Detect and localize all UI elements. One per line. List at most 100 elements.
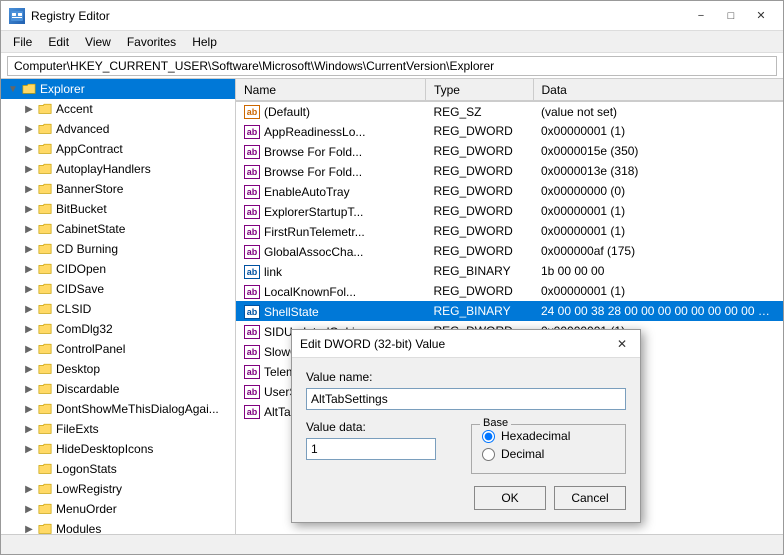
menu-favorites[interactable]: Favorites <box>119 33 184 51</box>
tree-item-cidsave[interactable]: ▶ CIDSave <box>1 279 235 299</box>
tree-item-accent[interactable]: ▶ Accent <box>1 99 235 119</box>
tree-item-explorer[interactable]: ▼ Explorer <box>1 79 235 99</box>
table-row[interactable]: ab(Default)REG_SZ(value not set) <box>236 101 783 121</box>
tree-item-cidopen[interactable]: ▶ CIDOpen <box>1 259 235 279</box>
tree-item-lowregistry[interactable]: ▶ LowRegistry <box>1 479 235 499</box>
expander-dontshow[interactable]: ▶ <box>21 399 37 419</box>
tree-item-bitbucket[interactable]: ▶ BitBucket <box>1 199 235 219</box>
folder-icon-explorer <box>21 81 37 97</box>
expander-discardable[interactable]: ▶ <box>21 379 37 399</box>
close-button[interactable]: ✕ <box>747 6 775 26</box>
cell-type: REG_DWORD <box>425 181 533 201</box>
expander-fileexts[interactable]: ▶ <box>21 419 37 439</box>
expander-explorer[interactable]: ▼ <box>5 79 21 99</box>
cell-data: 1b 00 00 00 <box>533 261 783 281</box>
folder-icon-clsid <box>37 301 53 317</box>
menu-edit[interactable]: Edit <box>40 33 77 51</box>
expander-cabinetstate[interactable]: ▶ <box>21 219 37 239</box>
expander-desktop[interactable]: ▶ <box>21 359 37 379</box>
expander-cidsave[interactable]: ▶ <box>21 279 37 299</box>
tree-item-desktop[interactable]: ▶ Desktop <box>1 359 235 379</box>
expander-appcontract[interactable]: ▶ <box>21 139 37 159</box>
folder-icon-menuorder <box>37 501 53 517</box>
tree-item-hidedesktop[interactable]: ▶ HideDesktopIcons <box>1 439 235 459</box>
hexadecimal-radio[interactable] <box>482 430 495 443</box>
tree-label-cabinetstate: CabinetState <box>56 222 125 236</box>
base-legend: Base <box>480 417 511 429</box>
cancel-button[interactable]: Cancel <box>554 486 626 510</box>
folder-icon-cidopen <box>37 261 53 277</box>
expander-autoplay[interactable]: ▶ <box>21 159 37 179</box>
expander-advanced[interactable]: ▶ <box>21 119 37 139</box>
tree-item-controlpanel[interactable]: ▶ ControlPanel <box>1 339 235 359</box>
tree-item-cabinetstate[interactable]: ▶ CabinetState <box>1 219 235 239</box>
expander-accent[interactable]: ▶ <box>21 99 37 119</box>
folder-icon-discardable <box>37 381 53 397</box>
modal-close-button[interactable]: ✕ <box>612 335 632 353</box>
expander-controlpanel[interactable]: ▶ <box>21 339 37 359</box>
expander-bannerstore[interactable]: ▶ <box>21 179 37 199</box>
tree-label-hidedesktop: HideDesktopIcons <box>56 442 153 456</box>
table-row[interactable]: abEnableAutoTrayREG_DWORD0x00000000 (0) <box>236 181 783 201</box>
expander-comdlg32[interactable]: ▶ <box>21 319 37 339</box>
table-row[interactable]: abFirstRunTelemetr...REG_DWORD0x00000001… <box>236 221 783 241</box>
address-input[interactable] <box>7 56 777 76</box>
maximize-button[interactable]: □ <box>717 6 745 26</box>
modal-buttons: OK Cancel <box>306 486 626 510</box>
col-header-type[interactable]: Type <box>425 79 533 101</box>
table-row[interactable]: abAppReadinessLo...REG_DWORD0x00000001 (… <box>236 121 783 141</box>
tree-item-cdburning[interactable]: ▶ CD Burning <box>1 239 235 259</box>
ok-button[interactable]: OK <box>474 486 546 510</box>
folder-icon-accent <box>37 101 53 117</box>
expander-cdburning[interactable]: ▶ <box>21 239 37 259</box>
tree-item-comdlg32[interactable]: ▶ ComDlg32 <box>1 319 235 339</box>
table-row[interactable]: abBrowse For Fold...REG_DWORD0x0000015e … <box>236 141 783 161</box>
expander-bitbucket[interactable]: ▶ <box>21 199 37 219</box>
table-row[interactable]: ablinkREG_BINARY1b 00 00 00 <box>236 261 783 281</box>
table-row[interactable]: abExplorerStartupT...REG_DWORD0x00000001… <box>236 201 783 221</box>
tree-item-bannerstore[interactable]: ▶ BannerStore <box>1 179 235 199</box>
col-header-data[interactable]: Data <box>533 79 783 101</box>
tree-label-dontshow: DontShowMeThisDialogAgai... <box>56 402 219 416</box>
cell-data: 0x00000000 (0) <box>533 181 783 201</box>
tree-item-menuorder[interactable]: ▶ MenuOrder <box>1 499 235 519</box>
tree-item-advanced[interactable]: ▶ Advanced <box>1 119 235 139</box>
cell-type: REG_SZ <box>425 101 533 121</box>
tree-item-fileexts[interactable]: ▶ FileExts <box>1 419 235 439</box>
tree-item-clsid[interactable]: ▶ CLSID <box>1 299 235 319</box>
expander-clsid[interactable]: ▶ <box>21 299 37 319</box>
registry-editor-window: Registry Editor − □ ✕ File Edit View Fav… <box>0 0 784 555</box>
tree-item-dontshowdialog[interactable]: ▶ DontShowMeThisDialogAgai... <box>1 399 235 419</box>
cell-name: abEnableAutoTray <box>236 181 425 201</box>
menu-help[interactable]: Help <box>184 33 225 51</box>
minimize-button[interactable]: − <box>687 6 715 26</box>
tree-item-logonstats[interactable]: LogonStats <box>1 459 235 479</box>
table-row[interactable]: abShellStateREG_BINARY24 00 00 38 28 00 … <box>236 301 783 321</box>
decimal-radio[interactable] <box>482 448 495 461</box>
expander-cidopen[interactable]: ▶ <box>21 259 37 279</box>
expander-menuorder[interactable]: ▶ <box>21 499 37 519</box>
table-row[interactable]: abGlobalAssocCha...REG_DWORD0x000000af (… <box>236 241 783 261</box>
tree-item-modules[interactable]: ▶ Modules <box>1 519 235 534</box>
tree-item-autoplayhandlers[interactable]: ▶ AutoplayHandlers <box>1 159 235 179</box>
expander-logonstats[interactable] <box>21 459 37 479</box>
table-header-row: Name Type Data <box>236 79 783 101</box>
menu-view[interactable]: View <box>77 33 119 51</box>
value-data-input[interactable] <box>306 438 436 460</box>
tree-label-appcontract: AppContract <box>56 142 123 156</box>
tree-label-comdlg32: ComDlg32 <box>56 322 113 336</box>
tree-item-appcontract[interactable]: ▶ AppContract <box>1 139 235 159</box>
cell-name: ablink <box>236 261 425 281</box>
table-row[interactable]: abBrowse For Fold...REG_DWORD0x0000013e … <box>236 161 783 181</box>
expander-lowreg[interactable]: ▶ <box>21 479 37 499</box>
value-name-input[interactable] <box>306 388 626 410</box>
table-row[interactable]: abLocalKnownFol...REG_DWORD0x00000001 (1… <box>236 281 783 301</box>
menu-file[interactable]: File <box>5 33 40 51</box>
expander-modules[interactable]: ▶ <box>21 519 37 534</box>
col-header-name[interactable]: Name <box>236 79 425 101</box>
cell-name: abFirstRunTelemetr... <box>236 221 425 241</box>
expander-hidedesktop[interactable]: ▶ <box>21 439 37 459</box>
tree-item-discardable[interactable]: ▶ Discardable <box>1 379 235 399</box>
tree-label-accent: Accent <box>56 102 93 116</box>
folder-icon-bannerstore <box>37 181 53 197</box>
